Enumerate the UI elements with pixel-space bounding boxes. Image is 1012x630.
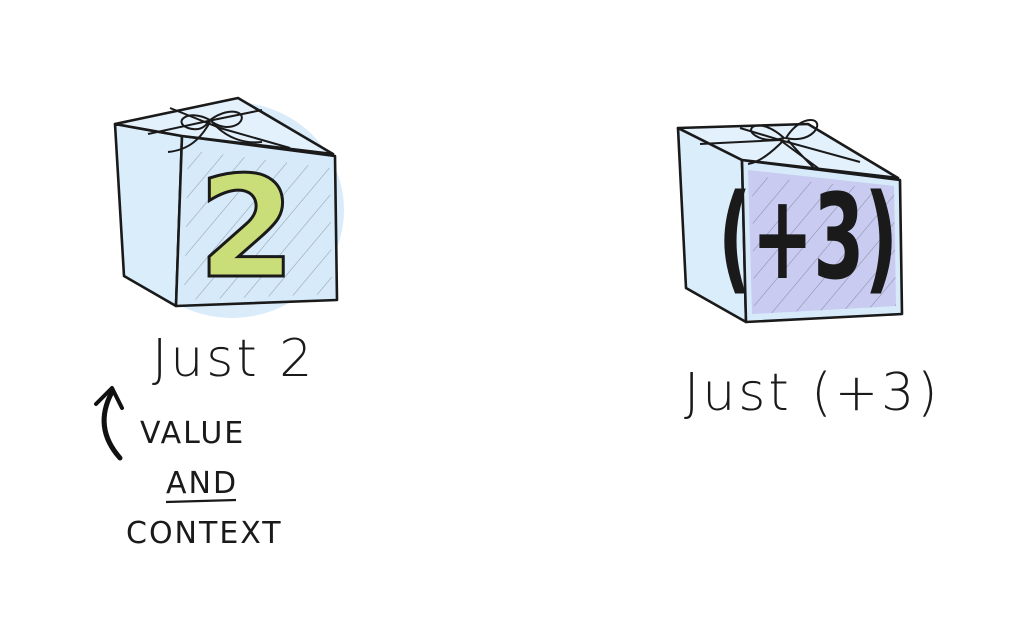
left-box-number: 2 <box>198 147 295 310</box>
annotation-and: AND <box>166 466 238 501</box>
diagram-canvas: 2 Just 2 VALUE AND CONTEXT (+3) Just (+3… <box>94 96 941 551</box>
right-box-caption: Just (+3) <box>684 363 941 423</box>
curved-arrow-icon <box>94 386 124 461</box>
right-box-number: (+3) <box>718 168 898 306</box>
left-box-caption: Just 2 <box>152 329 315 389</box>
annotation-context: CONTEXT <box>126 516 283 551</box>
annotation-value: VALUE <box>140 416 245 451</box>
